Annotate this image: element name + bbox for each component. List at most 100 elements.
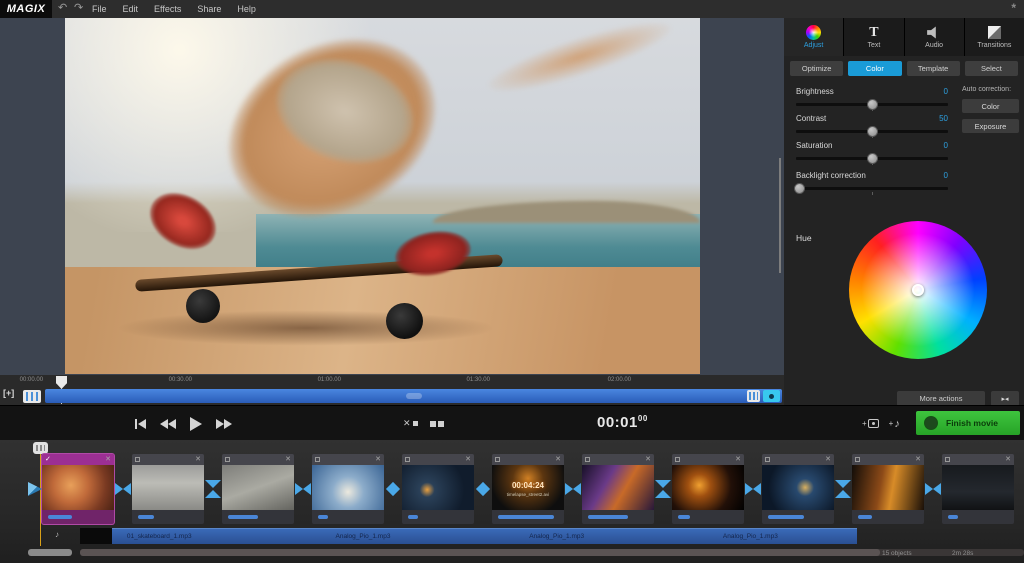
finish-movie-button[interactable]: Finish movie — [916, 411, 1020, 435]
scrollbar-left-segment[interactable] — [28, 549, 72, 556]
close-icon[interactable]: ✕ — [195, 456, 201, 463]
timeline-clip-8[interactable]: ✕ — [672, 454, 744, 524]
timeline-clip-11[interactable]: ✕ — [942, 454, 1014, 524]
close-icon[interactable]: ✕ — [375, 456, 381, 463]
transition-bowtie-icon[interactable] — [114, 480, 132, 498]
clip-box-icon[interactable] — [945, 457, 950, 462]
transition-fold-icon[interactable] — [834, 480, 852, 498]
timeline-clip-7[interactable]: ✕ — [582, 454, 654, 524]
transition-bowtie-icon[interactable] — [564, 480, 582, 498]
transition-bowtie-icon[interactable] — [924, 480, 942, 498]
clip-box-icon[interactable] — [135, 457, 140, 462]
menu-share[interactable]: Share — [197, 4, 221, 14]
close-icon[interactable]: ✕ — [915, 456, 921, 463]
play-button[interactable] — [190, 417, 202, 431]
clip-box-icon[interactable] — [675, 457, 680, 462]
skip-start-button[interactable] — [135, 419, 146, 429]
menu-file[interactable]: File — [92, 4, 107, 14]
close-icon[interactable]: ✕ — [105, 456, 111, 463]
timeline-clip-10[interactable]: ✕ — [852, 454, 924, 524]
play-icon — [190, 417, 202, 431]
close-icon[interactable]: ✕ — [735, 456, 741, 463]
clip-box-icon[interactable] — [585, 457, 590, 462]
range-icon[interactable]: [+] — [3, 388, 14, 398]
timeline-clip-1[interactable]: ✓✕ — [42, 454, 114, 524]
delete-clip-button[interactable]: ✕ — [403, 418, 418, 429]
triangle-right-icon — [224, 419, 232, 429]
menu-effects[interactable]: Effects — [154, 4, 181, 14]
slider-track[interactable] — [796, 157, 948, 160]
slider-thumb[interactable] — [867, 99, 878, 110]
close-icon[interactable]: ✕ — [285, 456, 291, 463]
transition-diamond-icon[interactable] — [474, 480, 492, 498]
timeline-clip-4[interactable]: ✕ — [312, 454, 384, 524]
subtab-template[interactable]: Template — [907, 61, 960, 76]
add-music-button[interactable]: +♪ — [889, 418, 900, 430]
tab-transitions[interactable]: Transitions — [965, 18, 1024, 56]
subtab-color[interactable]: Color — [848, 61, 901, 76]
zoom-range-handle[interactable] — [747, 390, 760, 402]
menu-edit[interactable]: Edit — [123, 4, 139, 14]
clip-box-icon[interactable] — [855, 457, 860, 462]
clip-header: ✕ — [312, 454, 384, 465]
transition-start-icon[interactable] — [28, 482, 42, 496]
menu-help[interactable]: Help — [237, 4, 256, 14]
timeline-clip-5[interactable]: ✕ — [402, 454, 474, 524]
timeline-clip-2[interactable]: ✕ — [132, 454, 204, 524]
auto-exposure-button[interactable]: Exposure — [962, 119, 1019, 133]
color-picker-handle[interactable] — [912, 284, 924, 296]
close-icon[interactable]: ✕ — [465, 456, 471, 463]
slider-track[interactable] — [796, 187, 948, 190]
add-video-button[interactable]: + — [862, 419, 879, 428]
timeline-clip-3[interactable]: ✕ — [222, 454, 294, 524]
transition-fold-icon[interactable] — [204, 480, 222, 498]
forward-button[interactable] — [216, 419, 232, 429]
tab-audio[interactable]: Audio — [905, 18, 964, 56]
transition-fold-icon[interactable] — [654, 480, 672, 498]
slider-thumb[interactable] — [794, 183, 805, 194]
seek-bar-grip[interactable] — [406, 393, 422, 399]
window-icon[interactable]: * — [1011, 1, 1016, 15]
close-icon[interactable]: ✕ — [555, 456, 561, 463]
slider-thumb[interactable] — [867, 153, 878, 164]
subtab-optimize[interactable]: Optimize — [790, 61, 843, 76]
slider-thumb[interactable] — [867, 126, 878, 137]
undo-icon[interactable]: ↶ — [58, 1, 67, 14]
slider-track[interactable] — [796, 103, 948, 106]
check-icon[interactable]: ✓ — [45, 456, 51, 463]
segments-button[interactable] — [23, 390, 41, 403]
subtab-select[interactable]: Select — [965, 61, 1018, 76]
clip-box-icon[interactable] — [765, 457, 770, 462]
text-icon: T — [869, 25, 878, 41]
close-icon[interactable]: ✕ — [825, 456, 831, 463]
collapse-panel-icon[interactable]: ▸◂ — [991, 391, 1019, 406]
clip-thumbnail — [222, 465, 294, 510]
close-icon[interactable]: ✕ — [645, 456, 651, 463]
film-icon — [868, 419, 879, 428]
clip-box-icon[interactable] — [225, 457, 230, 462]
tab-text[interactable]: TText — [844, 18, 903, 56]
split-clip-button[interactable] — [430, 421, 444, 427]
timeline-clip-6[interactable]: ✕00:04:24timelapse_street2.avi — [492, 454, 564, 524]
range-end-handle[interactable] — [763, 390, 780, 402]
transition-bowtie-icon[interactable] — [744, 480, 762, 498]
rewind-button[interactable] — [160, 419, 176, 429]
transition-diamond-icon[interactable] — [384, 480, 402, 498]
panel-scrollbar[interactable] — [779, 158, 781, 273]
transition-bowtie-icon[interactable] — [294, 480, 312, 498]
slider-track[interactable] — [796, 130, 948, 133]
seek-bar[interactable] — [45, 389, 782, 403]
auto-color-button[interactable]: Color — [962, 99, 1019, 113]
timeline-clip-9[interactable]: ✕ — [762, 454, 834, 524]
clip-box-icon[interactable] — [405, 457, 410, 462]
more-actions-button[interactable]: More actions — [897, 391, 985, 406]
tab-adjust[interactable]: Adjust — [784, 18, 843, 56]
scrollbar-thumb[interactable] — [80, 549, 880, 556]
video-preview[interactable] — [65, 18, 700, 374]
clip-box-icon[interactable] — [315, 457, 320, 462]
close-icon[interactable]: ✕ — [1005, 456, 1011, 463]
audio-track[interactable]: 01_skateboard_1.mp3Analog_Pio_1.mp3Analo… — [112, 528, 857, 544]
clip-box-icon[interactable] — [495, 457, 500, 462]
hue-color-wheel[interactable] — [849, 221, 987, 359]
redo-icon[interactable]: ↷ — [74, 1, 83, 14]
